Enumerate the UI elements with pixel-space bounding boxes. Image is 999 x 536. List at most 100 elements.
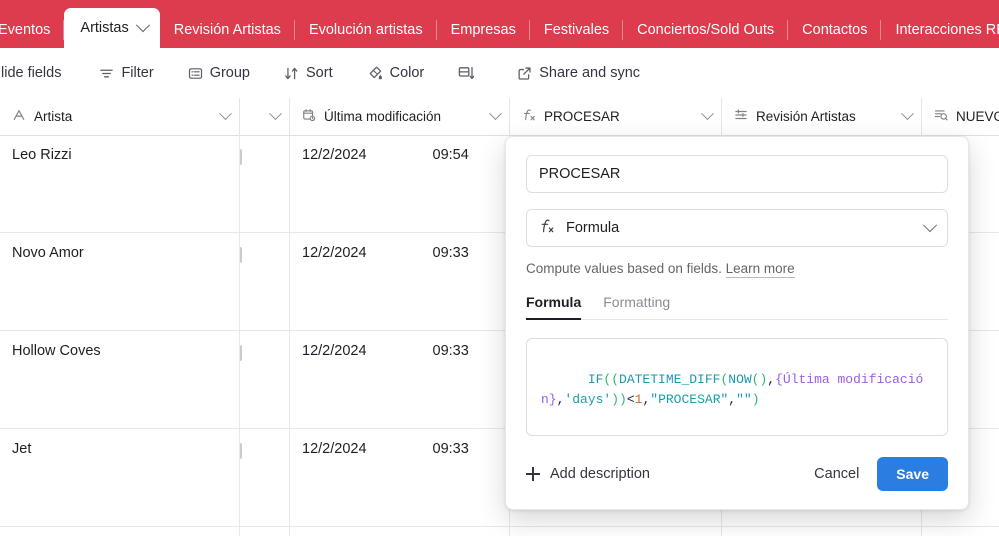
color-button[interactable]: Color [358, 59, 434, 87]
cell-date-value: 12/2/2024 [302, 245, 367, 261]
datetime-wrap: 12/2/2024 09:33 [302, 245, 497, 261]
filter-icon [99, 66, 114, 81]
group-button[interactable]: Group [179, 59, 259, 87]
field-type-label: Formula [566, 220, 620, 236]
cell-date-value: 12/2/2024 [302, 147, 367, 163]
cell-nuevo[interactable] [922, 527, 999, 536]
row-drag-handle[interactable] [240, 443, 242, 459]
chevron-down-icon[interactable] [135, 18, 150, 33]
field-name-input[interactable]: PROCESAR [526, 155, 948, 193]
cell-ultima-modificacion[interactable] [290, 527, 510, 536]
field-editor-footer: Add description Cancel Save [526, 457, 948, 491]
chevron-down-icon[interactable] [269, 107, 282, 121]
chevron-down-icon[interactable] [701, 107, 714, 121]
chevron-down-icon[interactable] [901, 107, 914, 121]
column-header-label: Última modificación [324, 109, 442, 124]
cell-ultima-modificacion[interactable]: 12/2/2024 09:33 [290, 429, 510, 527]
subtab-label: Formatting [603, 294, 671, 310]
tab-artistas[interactable]: Artistas [64, 8, 160, 48]
cell-value: Hollow Coves [12, 343, 101, 359]
tab-festivales[interactable]: Festivales [530, 12, 624, 48]
formula-token-str: "" [736, 392, 752, 407]
table-row[interactable] [0, 527, 999, 536]
cell-ultima-modificacion[interactable]: 12/2/2024 09:54 [290, 135, 510, 233]
hide-fields-button[interactable]: lide fields [0, 59, 70, 87]
cell-artista[interactable] [0, 527, 240, 536]
formula-token-par: (( [603, 372, 620, 387]
formula-token-fn: IF [587, 372, 604, 387]
text-field-icon [12, 108, 26, 125]
filter-button[interactable]: Filter [90, 59, 162, 87]
cell-expand[interactable] [240, 331, 290, 429]
cell-artista[interactable]: Novo Amor [0, 233, 240, 331]
cell-expand[interactable] [240, 135, 290, 233]
cell-expand[interactable] [240, 429, 290, 527]
cell-procesar[interactable] [510, 527, 722, 536]
field-editor-subtabs: Formula Formatting [526, 294, 948, 320]
chevron-down-icon[interactable] [489, 107, 502, 121]
save-label: Save [896, 466, 929, 482]
cell-revision-artistas[interactable] [722, 527, 922, 536]
cell-expand[interactable] [240, 527, 290, 536]
column-header-nuevo[interactable]: NUEVO [922, 98, 999, 135]
cell-date-value: 12/2/2024 [302, 343, 367, 359]
cell-expand[interactable] [240, 233, 290, 331]
tab-interacciones-rrss[interactable]: Interacciones RRSS [881, 12, 999, 48]
formula-token-str: 'days' [564, 392, 612, 407]
column-header-label: Artista [34, 109, 73, 124]
tab-label: Interacciones RRSS [895, 22, 999, 38]
sort-button[interactable]: Sort [275, 59, 342, 87]
help-text-label: Compute values based on fields. [526, 261, 722, 276]
sort-label: Sort [306, 65, 333, 81]
column-header-ultima-modificacion[interactable]: Última modificación [290, 98, 510, 135]
formula-token-op: < [626, 392, 635, 407]
learn-more-link[interactable]: Learn more [725, 261, 795, 278]
cancel-button[interactable]: Cancel [802, 459, 871, 489]
lookup-field-icon [934, 108, 948, 125]
group-icon [188, 66, 203, 81]
formula-token-pun: , [728, 392, 737, 407]
column-header-label: Revisión Artistas [756, 109, 856, 124]
tab-label: Empresas [450, 22, 516, 38]
tab-contactos[interactable]: Contactos [788, 12, 882, 48]
field-type-select[interactable]: Formula [526, 209, 948, 247]
chevron-down-icon[interactable] [219, 107, 232, 121]
formula-icon [539, 218, 555, 238]
column-header-artista[interactable]: Artista [0, 98, 240, 135]
group-label: Group [209, 65, 250, 81]
tab-empresas[interactable]: Empresas [437, 12, 530, 48]
chevron-down-icon[interactable] [922, 218, 938, 233]
share-and-sync-button[interactable]: Share and sync [508, 59, 649, 87]
column-header-unnamed[interactable] [240, 98, 290, 135]
cell-artista[interactable]: Jet [0, 429, 240, 527]
tab-evolucion-artistas[interactable]: Evolución artistas [295, 12, 437, 48]
subtab-formatting[interactable]: Formatting [603, 294, 670, 319]
cell-ultima-modificacion[interactable]: 12/2/2024 09:33 [290, 331, 510, 429]
formula-editor[interactable]: IF((DATETIME_DIFF(NOW(),{Última modifica… [526, 338, 948, 436]
column-header-procesar[interactable]: PROCESAR [510, 98, 722, 135]
tab-revision-artistas[interactable]: Revisión Artistas [160, 12, 295, 48]
add-description-button[interactable]: Add description [526, 466, 650, 482]
save-button[interactable]: Save [877, 457, 948, 491]
cell-artista[interactable]: Hollow Coves [0, 331, 240, 429]
datetime-wrap: 12/2/2024 09:54 [302, 147, 497, 163]
row-drag-handle[interactable] [240, 247, 242, 263]
tab-eventos[interactable]: Eventos [0, 12, 65, 48]
formula-token-par: )) [611, 392, 627, 407]
tab-label: Evolución artistas [308, 22, 423, 38]
share-icon [517, 66, 532, 81]
resize-handle-icon[interactable] [934, 422, 944, 432]
tab-label: Festivales [543, 22, 610, 38]
subtab-formula[interactable]: Formula [526, 294, 582, 320]
cell-time-value: 09:33 [432, 343, 469, 359]
row-drag-handle[interactable] [240, 345, 242, 361]
color-label: Color [389, 65, 425, 81]
row-drag-handle[interactable] [240, 149, 242, 165]
tab-label: Artistas [80, 20, 129, 36]
column-header-revision-artistas[interactable]: Revisión Artistas [722, 98, 922, 135]
cell-artista[interactable]: Leo Rizzi [0, 135, 240, 233]
tab-conciertos-sold-outs[interactable]: Conciertos/Sold Outs [623, 12, 789, 48]
cell-value: Leo Rizzi [12, 147, 72, 163]
row-height-button[interactable] [449, 59, 490, 87]
cell-ultima-modificacion[interactable]: 12/2/2024 09:33 [290, 233, 510, 331]
